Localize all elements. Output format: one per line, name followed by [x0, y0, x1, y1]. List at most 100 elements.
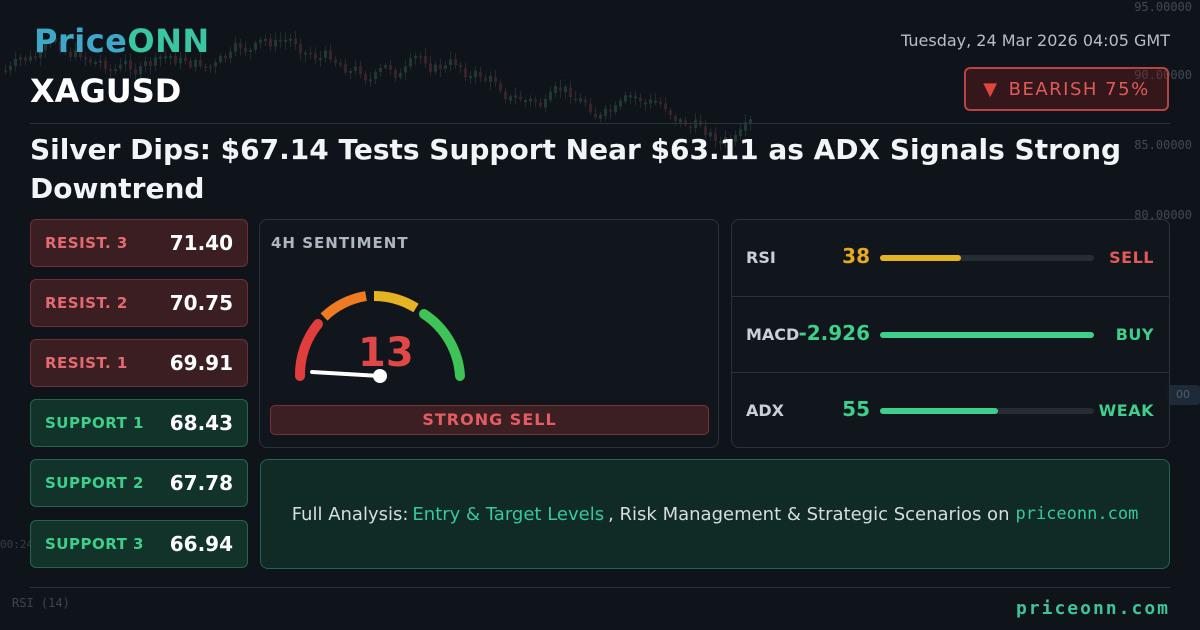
bg-candle [349, 70, 352, 73]
bg-candle [409, 58, 412, 67]
bg-candle [564, 86, 567, 93]
bg-candle [294, 38, 297, 45]
bg-candle [234, 43, 237, 52]
bg-candle [669, 110, 672, 115]
bg-candle [524, 100, 527, 103]
bg-candle [459, 64, 462, 68]
level-support-3: SUPPORT 3 66.94 [30, 520, 248, 568]
bg-candle [119, 64, 122, 69]
indicator-name: ADX [746, 401, 784, 420]
bg-time-label: 00:24 [0, 538, 34, 551]
bg-candle [244, 47, 247, 53]
bg-candle [364, 73, 367, 81]
bg-candle [24, 57, 27, 61]
bg-candle [604, 108, 607, 116]
bg-candle [534, 99, 537, 102]
bg-candle [629, 95, 632, 98]
bg-candle [659, 101, 662, 104]
level-name: SUPPORT 3 [45, 535, 144, 553]
bg-candle [334, 59, 337, 64]
bg-candle [469, 75, 472, 79]
bg-candle [429, 63, 432, 72]
bg-candle [239, 43, 242, 48]
bg-candle [214, 62, 217, 67]
cta-site-link[interactable]: priceonn.com [1015, 504, 1138, 524]
indicator-bar [880, 255, 1094, 261]
datetime-stamp: Tuesday, 24 Mar 2026 04:05 GMT [901, 31, 1170, 50]
bg-candle [104, 60, 107, 70]
sentiment-panel: 4H SENTIMENT 13 STRONG SELL [259, 219, 719, 448]
bg-candle [309, 52, 312, 55]
sentiment-value: 13 [358, 330, 414, 376]
gauge-segment-red [294, 319, 323, 381]
bg-candle [619, 100, 622, 107]
bg-candle [219, 55, 222, 62]
bg-candle [554, 86, 557, 93]
bg-candle [99, 60, 102, 63]
level-name: RESIST. 3 [45, 234, 128, 252]
bg-rsi-label: RSI (14) [12, 596, 70, 610]
bg-candle [229, 51, 232, 59]
footer-site-link[interactable]: priceonn.com [1016, 598, 1170, 619]
level-name: RESIST. 1 [45, 354, 128, 372]
bg-candle [419, 55, 422, 58]
bg-candle [129, 60, 132, 70]
bg-candle [254, 42, 257, 50]
level-value: 71.40 [169, 231, 233, 255]
bg-candle [224, 55, 227, 59]
bg-candle [639, 97, 642, 102]
cta-prefix: Full Analysis: [291, 503, 409, 525]
bg-candle [489, 75, 492, 82]
bg-candle [204, 66, 207, 69]
level-support-1: SUPPORT 1 68.43 [30, 399, 248, 447]
bg-candle [384, 65, 387, 68]
indicator-name: RSI [746, 248, 776, 267]
header-divider [30, 123, 1170, 124]
footer-divider [30, 587, 1170, 588]
level-resist-2: RESIST. 2 70.75 [30, 279, 248, 327]
bg-candle [389, 65, 392, 70]
bg-candle [539, 102, 542, 107]
bg-candle [404, 66, 407, 73]
bg-candle [549, 91, 552, 101]
cta-highlight: Entry & Target Levels [412, 503, 605, 525]
indicator-row-adx: ADX 55 WEAK [732, 372, 1170, 449]
bg-candle [14, 58, 17, 66]
bg-candle [324, 50, 327, 58]
sentiment-title: 4H SENTIMENT [271, 234, 409, 252]
bg-candle [199, 59, 202, 67]
indicator-bar-fill [880, 255, 962, 261]
bg-candle [574, 98, 577, 101]
bg-candle [149, 61, 152, 66]
level-support-2: SUPPORT 2 67.78 [30, 459, 248, 507]
bg-candle [109, 69, 112, 72]
bg-candle [259, 39, 262, 43]
bg-candle [529, 98, 532, 102]
level-value: 67.78 [169, 471, 233, 495]
bg-candle [609, 109, 612, 112]
bg-candle [479, 72, 482, 77]
headline: Silver Dips: $67.14 Tests Support Near $… [30, 133, 1122, 205]
logo-part-onn: ONN [127, 22, 210, 60]
bg-candle [374, 72, 377, 80]
bg-candle [544, 98, 547, 108]
full-analysis-banner[interactable]: Full Analysis: Entry & Target Levels , R… [260, 459, 1170, 569]
indicator-bar [880, 408, 1094, 414]
indicator-row-rsi: RSI 38 SELL [732, 220, 1170, 296]
bg-candle [369, 79, 372, 82]
indicator-signal: WEAK [1098, 401, 1154, 420]
indicator-bar [880, 332, 1094, 338]
bg-candle [559, 87, 562, 91]
bias-badge: ▼ BEARISH 75% [964, 67, 1169, 111]
bg-candle [274, 40, 277, 47]
indicator-signal: BUY [1115, 325, 1154, 344]
bg-candle [314, 53, 317, 59]
indicator-bar-fill [880, 408, 998, 414]
bg-candle [664, 103, 667, 110]
bg-candle [599, 114, 602, 119]
indicator-bar-fill [880, 332, 1094, 338]
symbol-title: XAGUSD [30, 72, 182, 110]
gauge-segment-green [419, 309, 465, 381]
bg-candle [279, 39, 282, 42]
logo-part-price: Price [34, 22, 128, 60]
